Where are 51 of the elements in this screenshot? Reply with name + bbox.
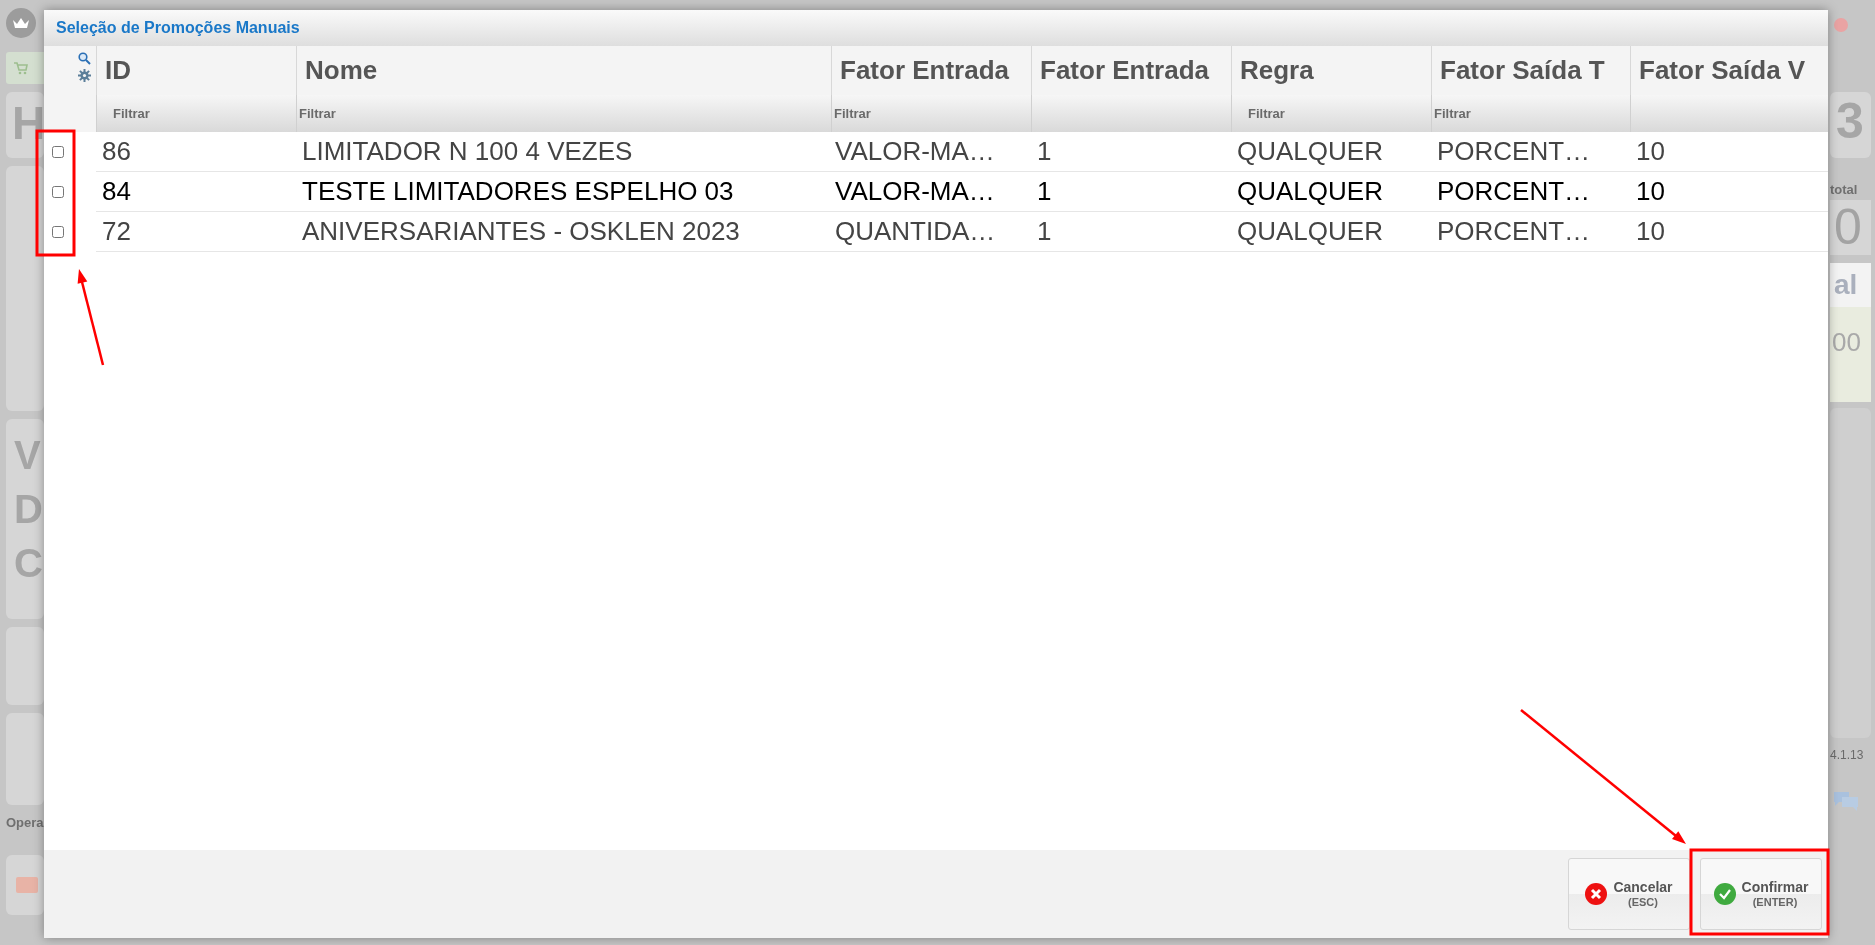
table-cell: 10 — [1630, 132, 1828, 172]
table-cell: PORCENT… — [1431, 172, 1630, 212]
table-cell: TESTE LIMITADORES ESPELHO 03 — [296, 172, 831, 212]
dialog-title: Seleção de Promoções Manuais — [56, 18, 300, 38]
column-header[interactable]: Fator Entrada — [1031, 46, 1231, 95]
check-icon — [1713, 883, 1736, 905]
filter-field[interactable]: Filtrar — [297, 95, 831, 132]
column-header[interactable]: Fator Saída V — [1630, 46, 1828, 95]
filter-field[interactable]: Filtrar — [832, 95, 1031, 132]
filter-field[interactable]: Filtrar — [97, 95, 296, 132]
table-cell: PORCENT… — [1431, 212, 1630, 252]
card-icon — [16, 876, 38, 893]
table-cell: 1 — [1031, 172, 1231, 212]
table-cell: PORCENT… — [1431, 132, 1630, 172]
row-checkbox[interactable] — [52, 146, 64, 158]
cancel-button[interactable]: Cancelar (ESC) — [1568, 858, 1690, 930]
settings-icon[interactable] — [77, 69, 91, 82]
column-header[interactable]: Nome — [296, 46, 831, 95]
row-checkbox[interactable] — [52, 186, 64, 198]
table-cell: 86 — [96, 132, 296, 172]
table-cell: LIMITADOR N 100 4 VEZES — [296, 132, 831, 172]
column-header[interactable]: Fator Saída T — [1431, 46, 1630, 95]
value-text: 00 — [1830, 306, 1871, 402]
total-label: total — [1830, 181, 1859, 199]
close-icon — [1585, 883, 1608, 905]
table-cell: QUALQUER — [1231, 212, 1431, 252]
table-cell: 1 — [1031, 132, 1231, 172]
table-cell: 10 — [1630, 212, 1828, 252]
label-text: al — [1830, 262, 1871, 307]
filter-field[interactable]: Filtrar — [1432, 95, 1630, 132]
table-cell: 10 — [1630, 172, 1828, 212]
table-cell: 84 — [96, 172, 296, 212]
filter-field[interactable]: Filtrar — [1232, 95, 1431, 132]
column-header[interactable]: Regra — [1231, 46, 1431, 95]
table-cell: QUALQUER — [1231, 132, 1431, 172]
table-cell: 72 — [96, 212, 296, 252]
operator-label: Opera — [6, 814, 44, 832]
table-cell: VALOR-MA… — [831, 132, 1031, 172]
logo-icon — [6, 8, 36, 38]
column-header[interactable]: Fator Entrada — [831, 46, 1031, 95]
cart-icon — [14, 61, 28, 75]
table-cell: QUALQUER — [1231, 172, 1431, 212]
table-cell: 1 — [1031, 212, 1231, 252]
table-cell: QUANTIDA… — [831, 212, 1031, 252]
row-checkbox[interactable] — [52, 226, 64, 238]
table-cell: VALOR-MA… — [831, 172, 1031, 212]
version-label: 4.1.13 — [1830, 746, 1865, 764]
table-cell: ANIVERSARIANTES - OSKLEN 2023 — [296, 212, 831, 252]
confirm-button[interactable]: Confirmar (ENTER) — [1700, 858, 1822, 930]
search-icon[interactable] — [77, 52, 91, 65]
column-header[interactable]: ID — [96, 46, 296, 95]
